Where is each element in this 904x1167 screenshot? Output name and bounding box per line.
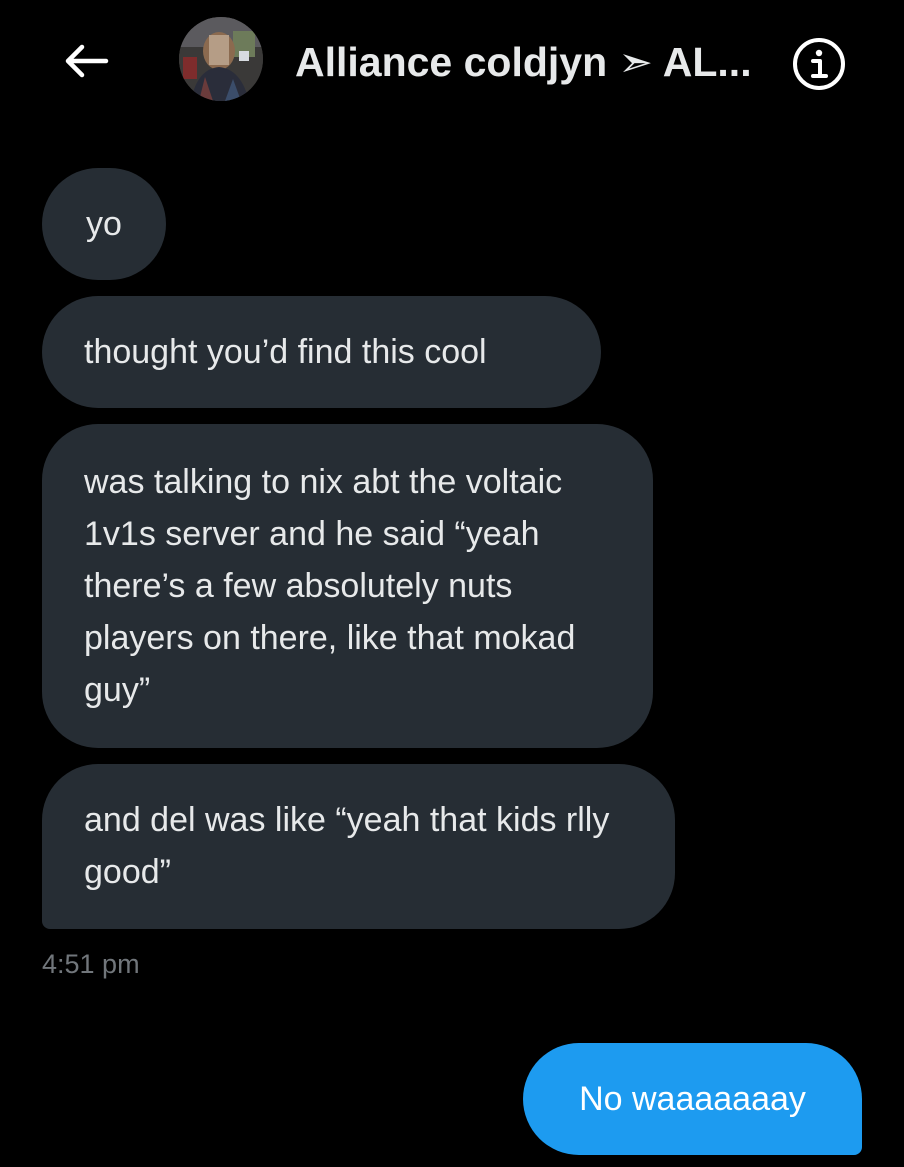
message-bubble-sent[interactable]: No waaaaaaay (523, 1043, 862, 1155)
message-text: thought you’d find this cool (84, 333, 487, 371)
avatar-image (179, 17, 263, 101)
message-bubble-received[interactable]: and del was like “yeah that kids rlly go… (42, 764, 675, 929)
message-bubble-received[interactable]: yo (42, 168, 166, 280)
message-text: yo (86, 205, 122, 243)
back-button[interactable] (58, 36, 114, 86)
conversation-header: Alliance coldjyn ➣ AL... (0, 0, 904, 130)
message-text: and del was like “yeah that kids rlly go… (84, 801, 610, 891)
message-timestamp: 4:51 pm (42, 949, 140, 979)
message-text: was talking to nix abt the voltaic 1v1s … (84, 463, 576, 709)
message-bubble-received[interactable]: thought you’d find this cool (42, 296, 601, 408)
arrow-left-icon (65, 44, 109, 78)
avatar[interactable] (179, 17, 263, 101)
conversation-title[interactable]: Alliance coldjyn ➣ AL... (295, 36, 787, 88)
message-bubble-received[interactable]: was talking to nix abt the voltaic 1v1s … (42, 424, 653, 748)
info-circle-icon (793, 38, 845, 90)
message-text: No waaaaaaay (579, 1080, 806, 1118)
info-button[interactable] (791, 36, 847, 92)
